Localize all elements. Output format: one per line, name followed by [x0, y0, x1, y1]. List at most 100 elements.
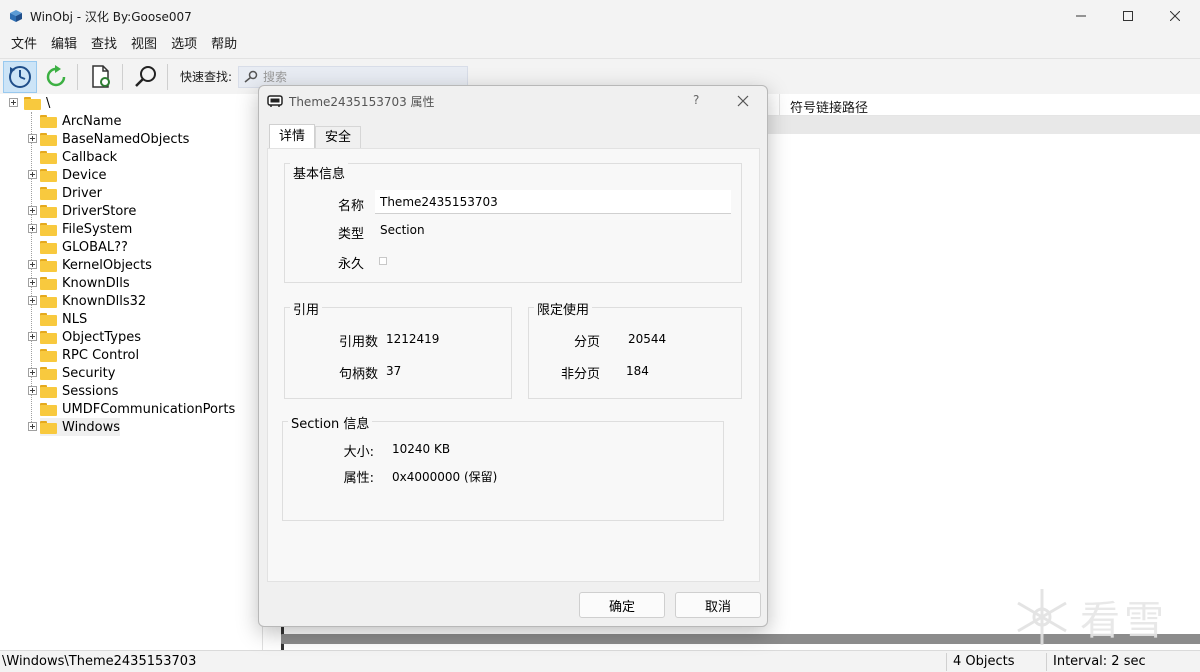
minimize-button[interactable]: [1058, 0, 1104, 32]
tree-item-sessions[interactable]: Sessions: [28, 382, 118, 400]
folder-icon: [40, 204, 57, 218]
tree-item-nls[interactable]: NLS: [40, 310, 87, 328]
folder-icon: [40, 420, 57, 434]
properties-button[interactable]: [84, 61, 118, 93]
minimize-icon: [1076, 15, 1086, 17]
tree-item-label: ObjectTypes: [62, 329, 141, 345]
folder-icon: [40, 384, 57, 398]
type-label: 类型: [337, 227, 364, 242]
expand-toggle[interactable]: [9, 98, 18, 107]
menu-edit[interactable]: 编辑: [44, 32, 84, 58]
tree-item-filesystem[interactable]: FileSystem: [28, 220, 132, 238]
references-group: [284, 307, 512, 399]
column-header-symlink-target[interactable]: 符号链接路径: [790, 97, 868, 116]
expand-toggle[interactable]: [28, 296, 37, 305]
status-separator: [946, 653, 947, 671]
toolbar-separator: [122, 63, 123, 90]
tree-item-knowndlls32[interactable]: KnownDlls32: [28, 292, 146, 310]
tab-security[interactable]: 安全: [315, 126, 361, 148]
expand-toggle[interactable]: [28, 422, 37, 431]
tree-item-rpc-control[interactable]: RPC Control: [40, 346, 139, 364]
paged-label: 分页: [573, 335, 600, 350]
menu-bar: 文件 编辑 查找 视图 选项 帮助: [0, 32, 1200, 58]
quick-find-input[interactable]: [263, 69, 454, 84]
tree-item-basenamedobjects[interactable]: BaseNamedObjects: [28, 130, 189, 148]
section-info-title: Section 信息: [288, 413, 373, 432]
status-interval: Interval: 2 sec: [1053, 654, 1146, 669]
quota-group: [528, 307, 742, 399]
namespace-tree[interactable]: \ ArcName BaseNamedObjects Callback Devi…: [0, 94, 262, 650]
paged-value: 20544: [628, 332, 667, 346]
title-bar: WinObj - 汉化 By:Goose007: [0, 0, 1200, 32]
toolbar-separator: [77, 63, 78, 90]
close-button[interactable]: [1152, 0, 1198, 32]
expand-toggle[interactable]: [28, 386, 37, 395]
tree-root-label: \: [46, 95, 51, 111]
tree-item-umdfcommunicationports[interactable]: UMDFCommunicationPorts: [40, 400, 235, 418]
folder-icon: [40, 168, 57, 182]
status-object-count: 4 Objects: [953, 654, 1015, 669]
dialog-close-icon[interactable]: [737, 95, 749, 107]
tree-root[interactable]: \: [9, 94, 51, 112]
tree-item-objecttypes[interactable]: ObjectTypes: [28, 328, 141, 346]
permanent-label: 永久: [337, 257, 364, 272]
folder-icon: [40, 132, 57, 146]
attributes-label: 属性:: [343, 471, 374, 486]
expand-toggle[interactable]: [28, 368, 37, 377]
cancel-button[interactable]: 取消: [675, 592, 761, 618]
tree-item-label: Device: [62, 167, 107, 183]
tree-item-windows[interactable]: Windows: [28, 418, 121, 436]
menu-options[interactable]: 选项: [164, 32, 204, 58]
tree-item-driver[interactable]: Driver: [40, 184, 102, 202]
tree-item-knowndlls[interactable]: KnownDlls: [28, 274, 130, 292]
folder-icon: [40, 348, 57, 362]
expand-toggle[interactable]: [28, 260, 37, 269]
folder-icon: [40, 294, 57, 308]
tree-item-label: Windows: [62, 419, 121, 435]
ok-button[interactable]: 确定: [579, 592, 665, 618]
expand-toggle[interactable]: [28, 134, 37, 143]
tree-item-driverstore[interactable]: DriverStore: [28, 202, 136, 220]
folder-icon: [40, 150, 57, 164]
tree-item-arcname[interactable]: ArcName: [40, 112, 121, 130]
auto-refresh-button[interactable]: [3, 60, 37, 93]
find-button[interactable]: [129, 61, 163, 93]
toolbar-separator: [167, 63, 168, 90]
maximize-button[interactable]: [1105, 0, 1151, 32]
references-title: 引用: [290, 299, 323, 318]
menu-view[interactable]: 视图: [124, 32, 164, 58]
type-value: Section: [380, 223, 425, 237]
watermark: 看雪: [1010, 585, 1168, 649]
menu-file[interactable]: 文件: [4, 32, 44, 58]
permanent-checkbox[interactable]: [379, 257, 387, 265]
folder-icon: [40, 186, 57, 200]
clock-refresh-icon: [9, 65, 31, 88]
status-separator: [1046, 653, 1047, 671]
tree-item-security[interactable]: Security: [28, 364, 115, 382]
tree-item-callback[interactable]: Callback: [40, 148, 117, 166]
tree-item-label: KernelObjects: [62, 257, 152, 273]
menu-find[interactable]: 查找: [84, 32, 124, 58]
tree-item-device[interactable]: Device: [28, 166, 107, 184]
refresh-button[interactable]: [39, 61, 73, 93]
folder-icon: [40, 402, 57, 416]
tree-item-label: Driver: [62, 185, 103, 201]
menu-help[interactable]: 帮助: [204, 32, 244, 58]
nonpaged-label: 非分页: [560, 367, 600, 382]
expand-toggle[interactable]: [28, 332, 37, 341]
expand-toggle[interactable]: [28, 278, 37, 287]
expand-toggle[interactable]: [28, 224, 37, 233]
handle-count-label: 句柄数: [338, 367, 378, 382]
expand-toggle[interactable]: [28, 170, 37, 179]
tree-item-kernelobjects[interactable]: KernelObjects: [28, 256, 152, 274]
folder-icon: [40, 258, 57, 272]
dialog-help-button[interactable]: ?: [693, 93, 699, 107]
name-field[interactable]: [375, 190, 731, 214]
window-title: WinObj - 汉化 By:Goose007: [30, 9, 192, 24]
tab-details[interactable]: 详情: [269, 124, 315, 148]
quick-find-label: 快速查找:: [180, 70, 233, 84]
column-separator[interactable]: [779, 94, 780, 116]
expand-toggle[interactable]: [28, 206, 37, 215]
tree-item-global[interactable]: GLOBAL??: [40, 238, 128, 256]
dialog-title: Theme2435153703 属性: [289, 94, 435, 109]
